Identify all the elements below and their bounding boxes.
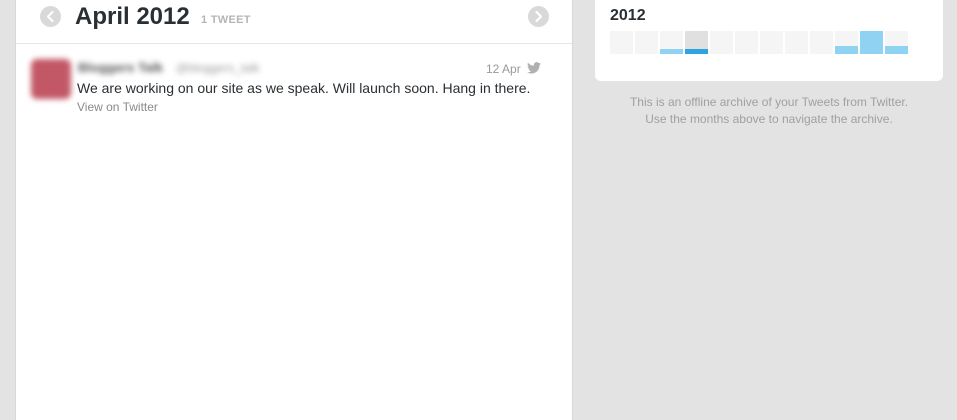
- month-2-bar[interactable]: [635, 31, 658, 54]
- month-8-bar[interactable]: [785, 31, 808, 54]
- twitter-bird-icon: [527, 62, 541, 74]
- month-4-bar[interactable]: [685, 31, 708, 54]
- tweet-count: 1 TWEET: [201, 14, 251, 26]
- tweet-date[interactable]: 12 Apr: [486, 62, 521, 76]
- month-6-bar[interactable]: [735, 31, 758, 54]
- chevron-left-icon: [46, 10, 54, 23]
- month-panel: April 2012 1 TWEET Bloggers Talk @blogge…: [15, 0, 573, 420]
- prev-month-button[interactable]: [40, 6, 61, 27]
- avatar: [31, 59, 71, 99]
- tweet-text: We are working on our site as we speak. …: [77, 80, 531, 96]
- month-1-bar[interactable]: [610, 31, 633, 54]
- month-11-fill: [860, 31, 883, 54]
- archive-note: This is an offline archive of your Tweet…: [595, 94, 943, 128]
- next-month-button[interactable]: [528, 6, 549, 27]
- month-4-fill: [685, 49, 708, 54]
- month-9-bar[interactable]: [810, 31, 833, 54]
- page-title: April 2012: [75, 3, 190, 30]
- month-histogram: [610, 31, 910, 54]
- archive-note-line-2: Use the months above to navigate the arc…: [645, 112, 893, 126]
- tweet-item: Bloggers Talk @bloggers_talk 12 Apr We a…: [16, 45, 572, 125]
- chevron-right-icon: [535, 10, 543, 23]
- month-10-fill: [835, 46, 858, 54]
- month-7-bar[interactable]: [760, 31, 783, 54]
- month-3-fill: [660, 49, 683, 54]
- year-label[interactable]: 2012: [610, 7, 646, 25]
- month-header: April 2012 1 TWEET: [16, 0, 572, 44]
- month-12-fill: [885, 46, 908, 54]
- user-handle: @bloggers_talk: [176, 61, 260, 75]
- user-name[interactable]: Bloggers Talk: [78, 60, 163, 75]
- view-on-twitter-link[interactable]: View on Twitter: [77, 100, 158, 114]
- month-12-bar[interactable]: [885, 31, 908, 54]
- archive-sidebar: 2012: [595, 0, 943, 81]
- month-5-bar[interactable]: [710, 31, 733, 54]
- month-11-bar[interactable]: [860, 31, 883, 54]
- month-3-bar[interactable]: [660, 31, 683, 54]
- month-10-bar[interactable]: [835, 31, 858, 54]
- archive-note-line-1: This is an offline archive of your Tweet…: [629, 95, 909, 109]
